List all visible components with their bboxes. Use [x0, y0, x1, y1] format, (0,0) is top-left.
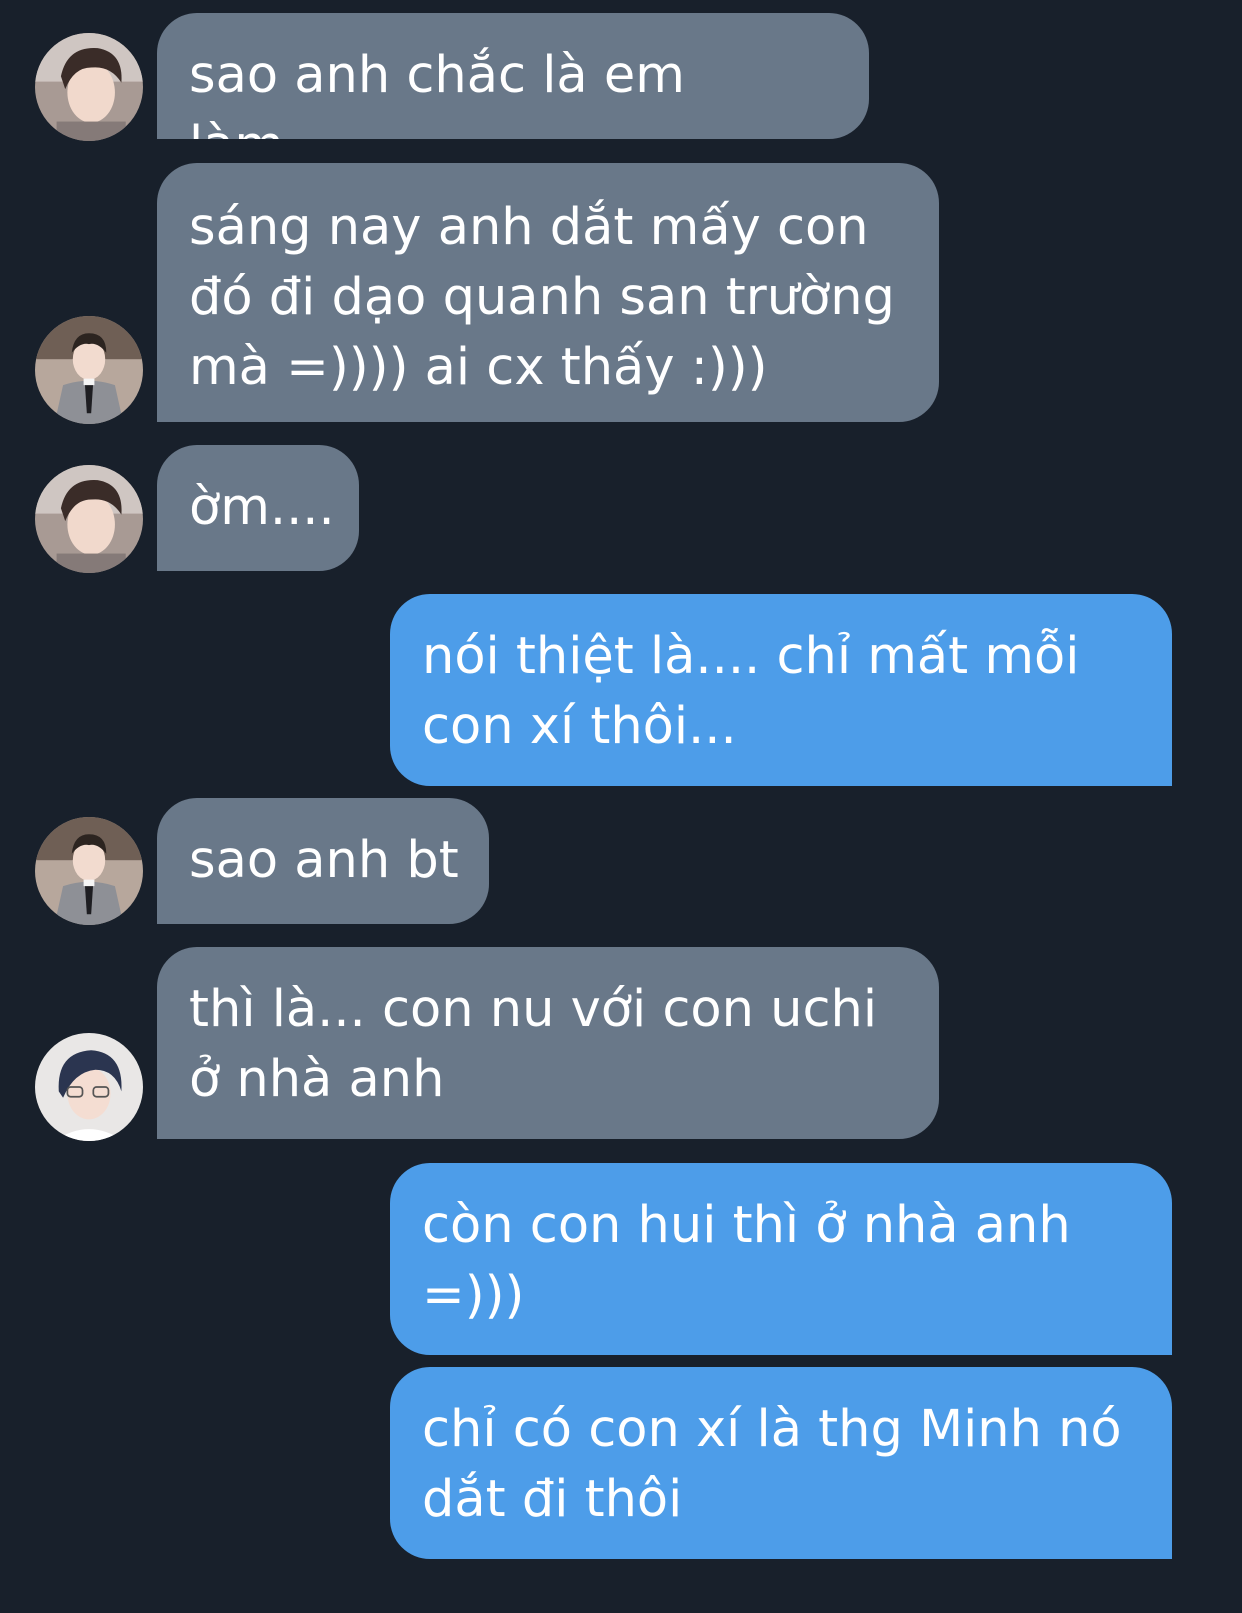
avatar-c-icon[interactable]: [35, 1033, 143, 1141]
message-bubble-outgoing[interactable]: còn con hui thì ở nhà anh =))): [390, 1163, 1172, 1355]
avatar-a-icon[interactable]: [35, 465, 143, 573]
message-bubble-outgoing[interactable]: chỉ có con xí là thg Minh nó dắt đi thôi: [390, 1367, 1172, 1559]
avatar-b-icon[interactable]: [35, 316, 143, 424]
avatar-a-icon[interactable]: [35, 33, 143, 141]
message-bubble-incoming[interactable]: sao anh chắc là em làm...: [157, 13, 869, 139]
message-bubble-outgoing[interactable]: nói thiệt là.... chỉ mất mỗi con xí thôi…: [390, 594, 1172, 786]
message-bubble-incoming[interactable]: sáng nay anh dắt mấy con đó đi dạo quanh…: [157, 163, 939, 422]
message-bubble-incoming[interactable]: ờm....: [157, 445, 359, 571]
avatar-b-icon[interactable]: [35, 817, 143, 925]
message-bubble-incoming[interactable]: thì là... con nu với con uchi ở nhà anh: [157, 947, 939, 1139]
message-bubble-incoming[interactable]: sao anh bt: [157, 798, 489, 924]
